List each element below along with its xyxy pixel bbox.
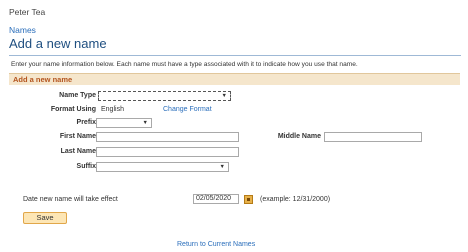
chevron-down-icon: ▼ xyxy=(221,93,227,99)
person-name: Peter Tea xyxy=(9,7,46,17)
chevron-down-icon: ▼ xyxy=(219,164,225,170)
middle-name-field[interactable] xyxy=(324,132,422,142)
change-format-link[interactable]: Change Format xyxy=(163,106,212,113)
title-divider xyxy=(9,55,461,56)
name-type-label: Name Type xyxy=(59,92,96,99)
last-name-label: Last Name xyxy=(60,148,96,155)
chevron-down-icon: ▼ xyxy=(142,120,148,126)
breadcrumb-names[interactable]: Names xyxy=(9,25,36,35)
suffix-label: Suffix xyxy=(76,163,96,170)
effective-date-label: Date new name will take effect xyxy=(23,196,118,203)
prefix-label: Prefix xyxy=(76,119,96,126)
save-button[interactable]: Save xyxy=(23,212,67,224)
first-name-field[interactable] xyxy=(96,132,239,142)
date-example-text: (example: 12/31/2000) xyxy=(260,196,331,203)
middle-name-label: Middle Name xyxy=(277,133,321,140)
prefix-select[interactable]: ▼ xyxy=(96,118,152,128)
last-name-field[interactable] xyxy=(96,147,239,157)
first-name-label: First Name xyxy=(59,133,96,140)
section-title: Add a new name xyxy=(13,75,73,84)
effective-date-field[interactable]: 02/05/2020 xyxy=(193,194,239,204)
calendar-icon[interactable] xyxy=(244,195,253,204)
return-to-current-names-link[interactable]: Return to Current Names xyxy=(177,241,255,248)
page-title: Add a new name xyxy=(9,36,107,51)
intro-text: Enter your name information below. Each … xyxy=(11,61,358,68)
format-using-label: Format Using xyxy=(50,106,96,113)
format-using-value: English xyxy=(101,106,124,113)
suffix-select[interactable]: ▼ xyxy=(96,162,229,172)
name-type-select[interactable]: ▼ xyxy=(98,91,231,101)
section-header: Add a new name xyxy=(9,73,460,85)
